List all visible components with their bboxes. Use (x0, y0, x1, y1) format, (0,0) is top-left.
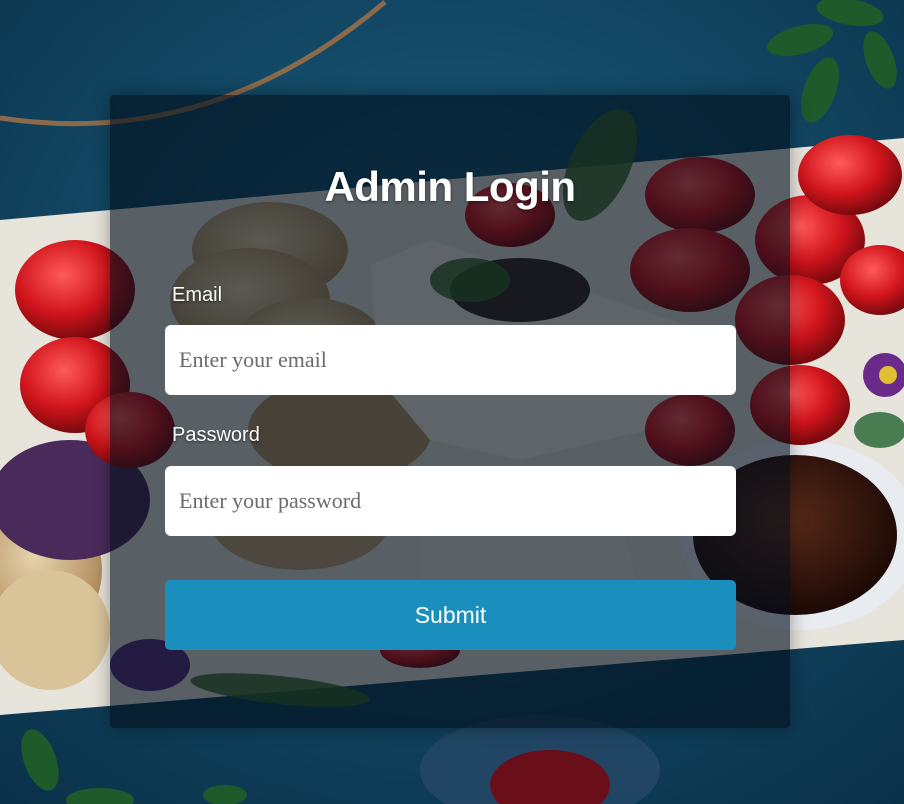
page-title: Admin Login (324, 163, 576, 210)
email-label: Email (172, 284, 223, 306)
email-field[interactable] (165, 325, 736, 395)
password-field[interactable] (165, 466, 736, 536)
password-label: Password (172, 424, 260, 446)
submit-button[interactable]: Submit (165, 580, 736, 650)
